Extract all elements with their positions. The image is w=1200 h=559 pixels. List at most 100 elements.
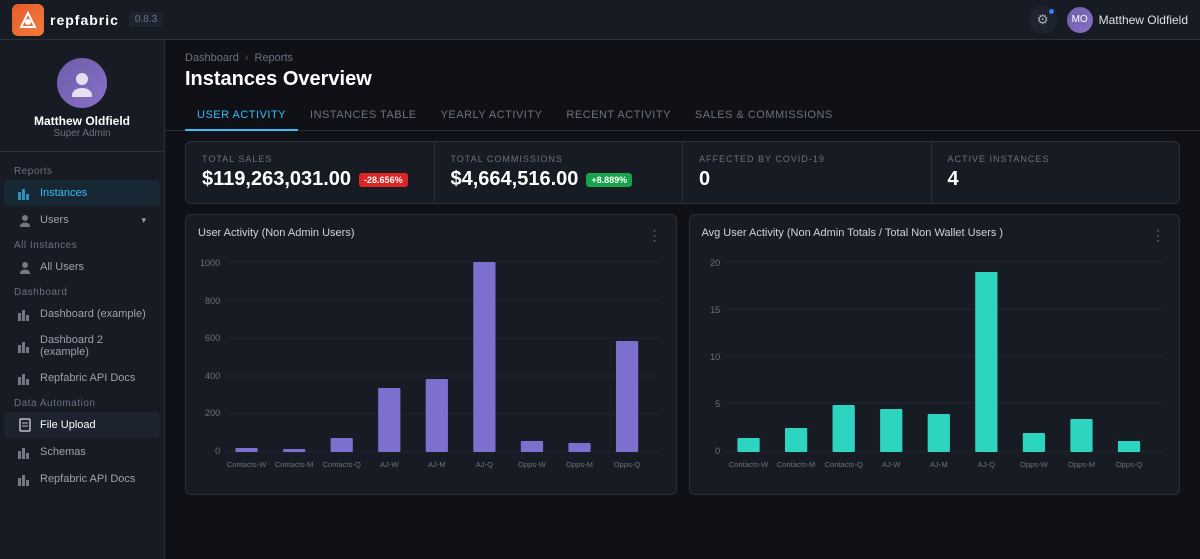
tab-bar: USER ACTIVITY INSTANCES TABLE YEARLY ACT… — [165, 101, 1200, 131]
sidebar-item-instances[interactable]: Instances — [4, 180, 160, 206]
stat-total-commissions: TOTAL COMMISSIONS $4,664,516.00 +8.889% — [435, 141, 684, 204]
svg-text:Contacts-W: Contacts-W — [227, 460, 267, 469]
total-sales-label: TOTAL SALES — [202, 154, 418, 164]
user-activity-bar-chart: 1000 800 600 400 200 0 — [198, 252, 664, 482]
affected-covid-label: AFFECTED BY COVID-19 — [699, 154, 915, 164]
repfabric-api-docs-label: Repfabric API Docs — [40, 372, 135, 384]
dashboard-icon-1 — [18, 307, 32, 321]
total-commissions-value: $4,664,516.00 +8.889% — [451, 168, 667, 191]
chevron-down-icon: ▾ — [141, 215, 146, 226]
file-upload-label: File Upload — [40, 419, 96, 431]
active-instances-number: 4 — [948, 168, 959, 191]
schemas-icon — [18, 445, 32, 459]
main-layout: Matthew Oldfield Super Admin Reports Ins… — [0, 40, 1200, 559]
sidebar-item-dashboard2-example[interactable]: Dashboard 2 (example) — [4, 328, 160, 364]
logo: repfabric — [12, 4, 119, 36]
svg-text:Contacts-M: Contacts-M — [275, 460, 314, 469]
active-instances-label: ACTIVE INSTANCES — [948, 154, 1164, 164]
avg-user-activity-bar-chart: 20 15 10 5 0 — [702, 252, 1168, 482]
tab-yearly-activity[interactable]: YEARLY ACTIVITY — [429, 101, 555, 131]
svg-text:0: 0 — [715, 446, 720, 456]
tab-sales-commissions[interactable]: SALES & COMMISSIONS — [683, 101, 845, 131]
breadcrumb-separator: › — [245, 52, 249, 64]
notification-dot — [1048, 8, 1055, 15]
svg-text:Opps-W: Opps-W — [1020, 460, 1049, 469]
chart2-header: Avg User Activity (Non Admin Totals / To… — [702, 227, 1168, 244]
sidebar-item-file-upload[interactable]: File Upload — [4, 412, 160, 438]
stats-row: TOTAL SALES $119,263,031.00 -28.656% TOT… — [165, 131, 1200, 214]
svg-text:AJ-M: AJ-M — [929, 460, 947, 469]
svg-text:1000: 1000 — [200, 258, 220, 268]
top-navigation: repfabric 0.8.3 ⚙ MO Matthew Oldfield — [0, 0, 1200, 40]
stat-total-sales: TOTAL SALES $119,263,031.00 -28.656% — [185, 141, 435, 204]
tab-recent-activity[interactable]: RECENT ACTIVITY — [554, 101, 682, 131]
svg-text:0: 0 — [215, 446, 220, 456]
svg-text:Contacts-Q: Contacts-Q — [824, 460, 862, 469]
svg-text:15: 15 — [710, 305, 720, 315]
svg-text:200: 200 — [205, 408, 220, 418]
svg-text:Contacts-Q: Contacts-Q — [323, 460, 361, 469]
logo-text: repfabric — [50, 12, 119, 28]
nav-left: repfabric 0.8.3 — [12, 4, 163, 36]
active-instances-value: 4 — [948, 168, 1164, 191]
sidebar-item-schemas[interactable]: Schemas — [4, 439, 160, 465]
profile-avatar — [57, 58, 107, 108]
section-label-all-instances: All Instances — [0, 234, 164, 253]
user-info: MO Matthew Oldfield — [1067, 7, 1188, 33]
page-title: Instances Overview — [185, 68, 1180, 91]
bar-chart-icon — [18, 186, 32, 200]
svg-text:AJ-Q: AJ-Q — [476, 460, 493, 469]
svg-text:Opps-Q: Opps-Q — [614, 460, 641, 469]
profile-name: Matthew Oldfield — [34, 114, 130, 128]
svg-text:Opps-M: Opps-M — [1068, 460, 1095, 469]
users-label: Users — [40, 214, 69, 226]
chart1-menu-button[interactable]: ⋮ — [646, 227, 664, 244]
chart1-header: User Activity (Non Admin Users) ⋮ — [198, 227, 664, 244]
svg-text:10: 10 — [710, 352, 720, 362]
svg-text:5: 5 — [715, 399, 720, 409]
affected-covid-number: 0 — [699, 168, 710, 191]
total-commissions-number: $4,664,516.00 — [451, 168, 579, 191]
chart2-title: Avg User Activity (Non Admin Totals / To… — [702, 227, 1004, 239]
svg-text:AJ-M: AJ-M — [428, 460, 446, 469]
chart2-menu-button[interactable]: ⋮ — [1149, 227, 1167, 244]
sidebar-item-dashboard-example[interactable]: Dashboard (example) — [4, 301, 160, 327]
sidebar-item-repfabric-api-docs[interactable]: Repfabric API Docs — [4, 365, 160, 391]
section-label-reports: Reports — [0, 160, 164, 179]
gear-icon: ⚙ — [1037, 12, 1049, 28]
sidebar-profile: Matthew Oldfield Super Admin — [0, 50, 164, 152]
breadcrumb-dashboard[interactable]: Dashboard — [185, 52, 239, 64]
user-activity-chart-card: User Activity (Non Admin Users) ⋮ 1000 8… — [185, 214, 677, 495]
svg-text:Opps-Q: Opps-Q — [1115, 460, 1142, 469]
file-upload-icon — [18, 418, 32, 432]
total-sales-value: $119,263,031.00 -28.656% — [202, 168, 418, 191]
user-icon — [18, 213, 32, 227]
svg-text:Contacts-M: Contacts-M — [776, 460, 815, 469]
stat-active-instances: ACTIVE INSTANCES 4 — [932, 141, 1181, 204]
breadcrumb-reports: Reports — [255, 52, 294, 64]
affected-covid-value: 0 — [699, 168, 915, 191]
api-docs2-icon — [18, 472, 32, 486]
svg-text:400: 400 — [205, 371, 220, 381]
sidebar-item-all-users[interactable]: All Users — [4, 254, 160, 280]
breadcrumb: Dashboard › Reports — [185, 52, 1180, 64]
dashboard-example-label: Dashboard (example) — [40, 308, 146, 320]
profile-role: Super Admin — [53, 128, 110, 139]
chart1-title: User Activity (Non Admin Users) — [198, 227, 354, 239]
svg-text:Opps-W: Opps-W — [518, 460, 547, 469]
settings-button[interactable]: ⚙ — [1029, 6, 1057, 34]
sidebar-item-repfabric-api-docs2[interactable]: Repfabric API Docs — [4, 466, 160, 492]
api-docs-icon — [18, 371, 32, 385]
logo-icon — [12, 4, 44, 36]
svg-text:AJ-W: AJ-W — [380, 460, 399, 469]
version-badge: 0.8.3 — [129, 12, 163, 27]
tab-user-activity[interactable]: USER ACTIVITY — [185, 101, 298, 131]
svg-text:Contacts-W: Contacts-W — [728, 460, 768, 469]
avg-user-activity-chart-card: Avg User Activity (Non Admin Totals / To… — [689, 214, 1181, 495]
main-content: Dashboard › Reports Instances Overview U… — [165, 40, 1200, 559]
avatar: MO — [1067, 7, 1093, 33]
page-header: Dashboard › Reports Instances Overview — [165, 40, 1200, 91]
sidebar-item-users[interactable]: Users ▾ — [4, 207, 160, 233]
dashboard-icon-2 — [18, 339, 32, 353]
tab-instances-table[interactable]: INSTANCES TABLE — [298, 101, 429, 131]
